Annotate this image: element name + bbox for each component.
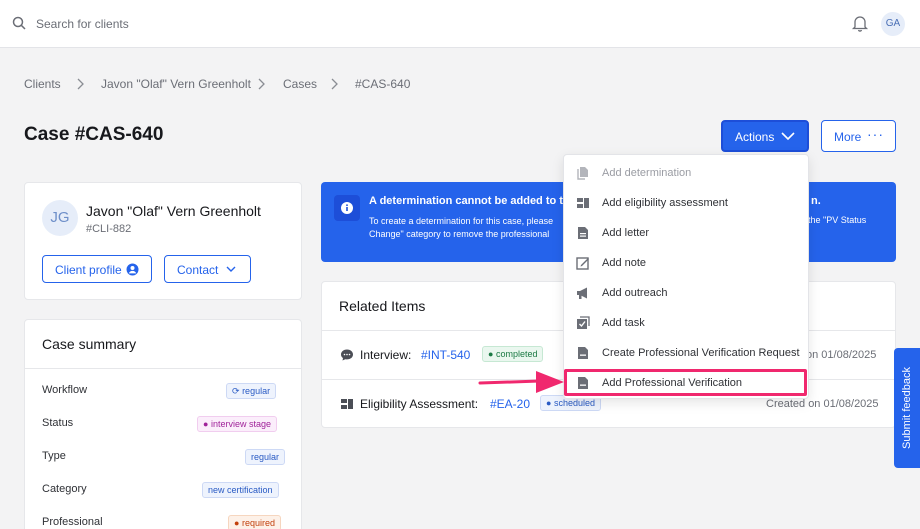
- breadcrumb-case-id: #CAS-640: [355, 77, 411, 91]
- status-value: interview stage: [210, 419, 271, 429]
- submit-feedback-label: Submit feedback: [901, 367, 913, 449]
- chevron-down-icon: [781, 132, 795, 141]
- case-summary-title: Case summary: [42, 336, 137, 352]
- divider: [25, 368, 301, 369]
- megaphone-icon: [577, 287, 587, 299]
- summary-label-workflow: Workflow: [42, 384, 88, 396]
- dot-icon: ●: [203, 419, 209, 429]
- workflow-value: regular: [242, 386, 271, 396]
- chat-bubble-icon: [341, 349, 353, 361]
- related-item-label: Eligibility Assessment:: [360, 397, 479, 411]
- search-icon: [12, 16, 26, 30]
- related-item-badge-text: scheduled: [553, 398, 595, 408]
- category-badge: new certification: [202, 482, 279, 498]
- alert-body-line-1: To create a determination for this case,…: [369, 216, 554, 226]
- assessment-icon: [341, 399, 353, 409]
- client-avatar: JG: [42, 200, 78, 236]
- related-item-badge: ● completed: [482, 346, 544, 362]
- client-name: Javon "Olaf" Vern Greenholt: [86, 203, 261, 219]
- alert-title-tail: n.: [811, 195, 821, 207]
- related-item-date: Created on 01/08/2025: [766, 398, 879, 410]
- summary-label-category: Category: [42, 483, 87, 495]
- menu-item-label: Add determination: [602, 167, 692, 179]
- related-item-link[interactable]: #EA-20: [490, 397, 530, 411]
- chevron-right-icon: [77, 78, 84, 90]
- top-bar: GA: [0, 0, 920, 48]
- client-profile-button[interactable]: Client profile: [42, 255, 152, 283]
- menu-item-label: Add letter: [602, 227, 650, 239]
- highlight-box: [564, 369, 807, 396]
- page-title: Case #CAS-640: [24, 124, 164, 145]
- related-item-date: on 01/08/2025: [806, 349, 877, 361]
- actions-button[interactable]: Actions: [721, 120, 809, 152]
- document-icon: [578, 347, 588, 359]
- menu-item-add-eligibility-assessment[interactable]: Add eligibility assessment: [564, 188, 808, 218]
- menu-item-add-letter[interactable]: Add letter: [564, 218, 808, 248]
- summary-label-status: Status: [42, 417, 74, 429]
- actions-menu: Add determination Add eligibility assess…: [563, 154, 809, 399]
- professional-badge: ● required: [228, 515, 281, 529]
- user-avatar[interactable]: GA: [881, 12, 905, 36]
- summary-label-professional: Professional: [42, 516, 103, 528]
- breadcrumb-client-name[interactable]: Javon "Olaf" Vern Greenholt: [101, 77, 251, 91]
- client-profile-label: Client profile: [55, 263, 122, 277]
- ellipsis-icon: ···: [867, 126, 884, 142]
- summary-label-type: Type: [42, 450, 66, 462]
- menu-item-add-task[interactable]: Add task: [564, 308, 808, 338]
- related-item-link[interactable]: #INT-540: [421, 348, 470, 362]
- task-icon: [577, 316, 590, 329]
- more-button-label: More: [834, 130, 862, 144]
- related-item-label: Interview:: [360, 348, 412, 362]
- note-icon: [576, 257, 589, 270]
- menu-item-add-outreach[interactable]: Add outreach: [564, 278, 808, 308]
- menu-item-label: Add task: [602, 317, 645, 329]
- refresh-icon: ⟳: [232, 386, 240, 396]
- submit-feedback-button[interactable]: Submit feedback: [894, 348, 920, 468]
- case-summary-card: Case summary Workflow ⟳ regular Status ●…: [24, 319, 302, 529]
- menu-item-label: Add outreach: [602, 287, 668, 299]
- chevron-right-icon: [258, 78, 265, 90]
- alert-title: A determination cannot be added to thi: [369, 195, 573, 207]
- contact-button[interactable]: Contact: [164, 255, 251, 283]
- related-items-title: Related Items: [339, 298, 426, 314]
- menu-item-create-professional-verification-request[interactable]: Create Professional Verification Request: [564, 338, 808, 368]
- menu-item-label: Add eligibility assessment: [602, 197, 728, 209]
- search-input[interactable]: [32, 12, 632, 36]
- client-id: #CLI-882: [86, 223, 132, 235]
- user-circle-icon: [126, 263, 139, 276]
- assessment-icon: [577, 198, 589, 208]
- status-badge: ● interview stage: [197, 416, 277, 432]
- alert-body-line-2: Change" category to remove the professio…: [369, 229, 550, 239]
- dot-icon: ●: [546, 398, 552, 408]
- alert-body: To create a determination for this case,…: [369, 215, 553, 241]
- breadcrumb-cases[interactable]: Cases: [283, 77, 317, 91]
- bell-icon[interactable]: [851, 14, 869, 32]
- menu-item-add-note[interactable]: Add note: [564, 248, 808, 278]
- letter-icon: [578, 227, 588, 239]
- contact-label: Contact: [177, 263, 219, 277]
- professional-value: required: [241, 518, 275, 528]
- pointer-arrow-icon: [478, 371, 564, 393]
- type-badge: regular: [245, 449, 286, 465]
- workflow-badge: ⟳ regular: [226, 383, 277, 399]
- dot-icon: ●: [234, 518, 240, 528]
- breadcrumb-clients[interactable]: Clients: [24, 77, 61, 91]
- info-icon: [334, 195, 360, 221]
- alert-body-tail: the "PV Status: [808, 215, 867, 225]
- related-item-badge-text: completed: [495, 349, 538, 359]
- more-button[interactable]: More ···: [821, 120, 896, 152]
- menu-item-add-determination: Add determination: [564, 158, 808, 188]
- menu-item-label: Create Professional Verification Request: [602, 347, 800, 359]
- actions-button-label: Actions: [735, 130, 775, 144]
- menu-item-label: Add note: [602, 257, 647, 269]
- dot-icon: ●: [488, 349, 494, 359]
- document-copy-icon: [577, 167, 588, 180]
- chevron-down-icon: [226, 266, 236, 272]
- chevron-right-icon: [331, 78, 338, 90]
- client-card: JG Javon "Olaf" Vern Greenholt #CLI-882 …: [24, 182, 302, 300]
